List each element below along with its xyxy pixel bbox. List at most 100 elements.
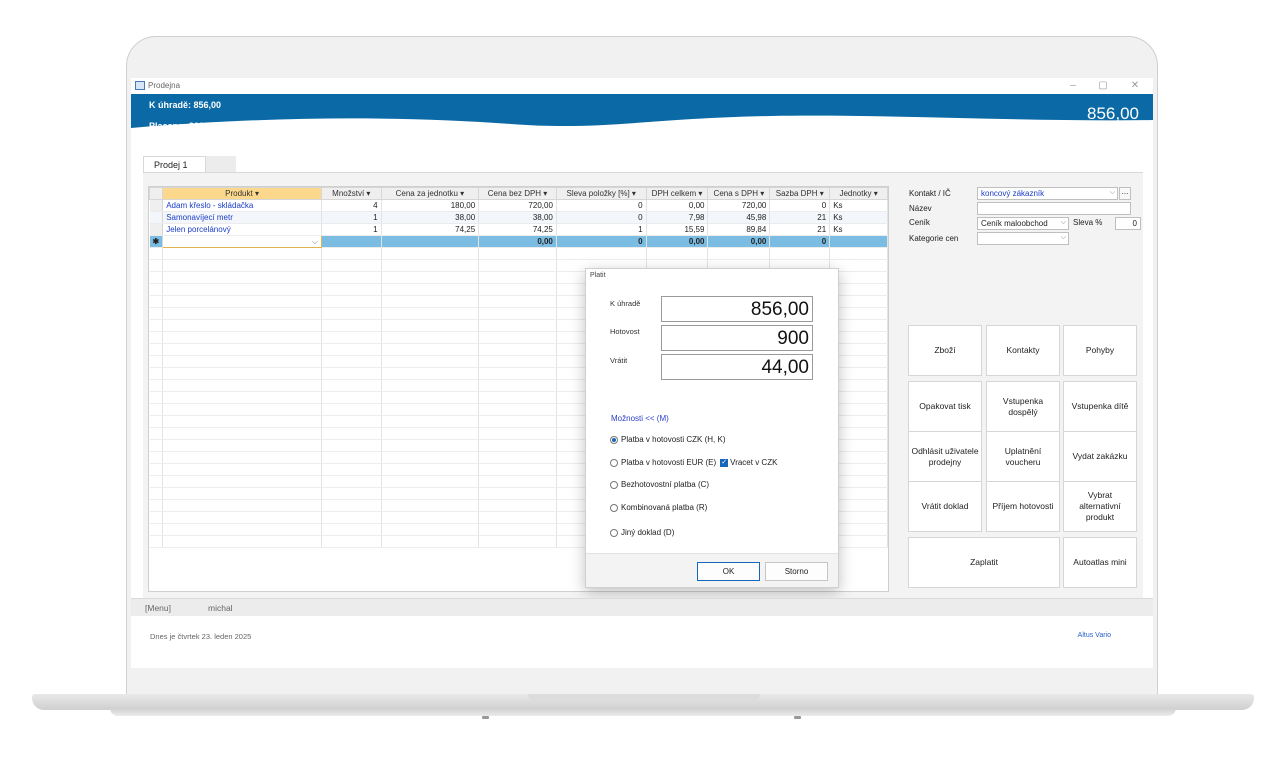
maximize-icon[interactable]: ▢ xyxy=(1095,80,1111,91)
new-row[interactable]: ✱ ⌵ 0,00 0 0,00 0,00 0 xyxy=(149,235,888,248)
goods-button[interactable]: Zboží xyxy=(908,325,982,376)
cell-price-no-vat[interactable]: 38,00 xyxy=(478,211,557,224)
cell-vat-total[interactable]: 7,98 xyxy=(646,211,709,224)
movements-button[interactable]: Pohyby xyxy=(1063,325,1137,376)
product-cell[interactable]: Adam křeslo - skládačka xyxy=(162,199,322,212)
cell-qty[interactable]: 4 xyxy=(321,199,382,212)
row-header[interactable] xyxy=(149,223,164,236)
radio-combined[interactable]: Kombinovaná platba (R) xyxy=(610,503,707,512)
radio-other-document[interactable]: Jiný doklad (D) xyxy=(610,528,674,537)
autoatlas-mini-button[interactable]: Autoatlas mini xyxy=(1063,537,1137,588)
cell-vat-rate[interactable]: 0 xyxy=(769,235,831,248)
table-row[interactable]: Samonavíjecí metr 1 38,00 38,00 0 7,98 45,98 21… xyxy=(149,211,888,224)
cell-price-vat[interactable]: 0,00 xyxy=(707,235,771,248)
pay-button[interactable]: Zaplatit xyxy=(908,537,1060,588)
cell-discount[interactable]: 0 xyxy=(556,211,647,224)
column-header-vat-rate[interactable]: Sazba DPH ▾ xyxy=(769,187,831,200)
column-header-unit-price[interactable]: Cena za jednotku ▾ xyxy=(380,187,480,200)
column-header-price-vat[interactable]: Cena s DPH ▾ xyxy=(707,187,771,200)
due-amount-field: 856,00 xyxy=(661,296,813,322)
reprint-button[interactable]: Opakovat tisk xyxy=(908,381,982,432)
cell-price-no-vat[interactable]: 74,25 xyxy=(478,223,557,236)
close-icon[interactable]: ✕ xyxy=(1127,80,1143,91)
radio-cashless[interactable]: Bezhotovostní platba (C) xyxy=(610,480,709,489)
cell-price-vat[interactable]: 45,98 xyxy=(707,211,771,224)
product-cell[interactable]: Jelen porcelánový xyxy=(162,223,322,236)
options-toggle-link[interactable]: Možnosti << (M) xyxy=(611,414,669,423)
cell-discount[interactable]: 1 xyxy=(556,223,647,236)
laptop-base-bottom xyxy=(110,708,1176,716)
cell-price-vat[interactable]: 89,84 xyxy=(707,223,771,236)
radio-cash-czk[interactable]: Platba v hotovosti CZK (H, K) xyxy=(610,435,725,444)
name-field[interactable] xyxy=(977,202,1131,215)
tab-prodej-1[interactable]: Prodej 1 xyxy=(143,156,206,172)
column-header-vat-total[interactable]: DPH celkem ▾ xyxy=(645,187,709,200)
column-header-discount[interactable]: Sleva položky [%] ▾ xyxy=(555,187,647,200)
cell-qty[interactable]: 1 xyxy=(321,211,382,224)
cell-units[interactable]: Ks xyxy=(829,211,888,224)
current-user: michal xyxy=(208,603,233,613)
table-row[interactable]: Adam křeslo - skládačka 4 180,00 720,00 0 0,0… xyxy=(149,199,888,212)
cell-price-vat[interactable]: 720,00 xyxy=(707,199,771,212)
column-header-price-no-vat[interactable]: Cena bez DPH ▾ xyxy=(478,187,557,200)
column-header-product[interactable]: Produkt ▾ xyxy=(162,187,322,200)
new-product-input[interactable]: ⌵ xyxy=(162,235,322,248)
column-header-units[interactable]: Jednotky ▾ xyxy=(829,187,888,200)
return-document-button[interactable]: Vrátit doklad xyxy=(908,481,982,532)
row-header[interactable] xyxy=(149,211,164,224)
table-row[interactable]: Jelen porcelánový 1 74,25 74,25 1 15,59 89,84 2… xyxy=(149,223,888,236)
cell-unit-price[interactable] xyxy=(381,235,480,248)
name-label: Název xyxy=(909,204,932,213)
issue-order-button[interactable]: Vydat zakázku xyxy=(1063,431,1137,482)
discount-field[interactable]: 0 xyxy=(1115,217,1141,230)
cell-unit-price[interactable]: 180,00 xyxy=(381,199,480,212)
cell-units[interactable]: Ks xyxy=(829,199,888,212)
cell-vat-total[interactable]: 0,00 xyxy=(646,235,709,248)
tab-new[interactable] xyxy=(206,156,236,172)
ticket-adult-button[interactable]: Vstupenka dospělý xyxy=(986,381,1060,432)
contact-browse-button[interactable]: ... xyxy=(1119,187,1131,200)
cell-vat-rate[interactable]: 21 xyxy=(769,211,831,224)
contacts-button[interactable]: Kontakty xyxy=(986,325,1060,376)
laptop-foot xyxy=(794,716,801,719)
cell-vat-rate[interactable]: 0 xyxy=(769,199,831,212)
cell-qty[interactable] xyxy=(321,235,382,248)
minimize-icon[interactable]: – xyxy=(1065,80,1081,91)
cell-unit-price[interactable]: 74,25 xyxy=(381,223,480,236)
logout-user-button[interactable]: Odhlásit uživatele prodejny xyxy=(908,431,982,482)
window-title: Prodejna xyxy=(148,81,181,90)
apply-voucher-button[interactable]: Uplatnění voucheru xyxy=(986,431,1060,482)
radio-icon xyxy=(610,480,618,489)
new-row-marker: ✱ xyxy=(149,235,164,248)
header-wave xyxy=(131,115,1153,138)
change-label: Vrátit xyxy=(610,356,628,365)
cell-discount[interactable]: 0 xyxy=(556,199,647,212)
ok-button[interactable]: OK xyxy=(697,562,760,581)
checkbox-return-czk[interactable]: ✓ xyxy=(720,458,729,467)
radio-cash-eur[interactable]: Platba v hotovosti EUR (E) ✓ Vracet v CZK xyxy=(610,458,777,467)
cell-units[interactable] xyxy=(829,235,888,248)
cell-qty[interactable]: 1 xyxy=(321,223,382,236)
cell-price-no-vat[interactable]: 0,00 xyxy=(478,235,557,248)
column-header-quantity[interactable]: Množství ▾ xyxy=(320,187,382,200)
cash-receipt-button[interactable]: Příjem hotovosti xyxy=(986,481,1060,532)
menu-button[interactable]: [Menu] xyxy=(145,603,171,613)
row-header[interactable] xyxy=(149,199,164,212)
cell-units[interactable]: Ks xyxy=(829,223,888,236)
pricelist-select[interactable]: Ceník maloobchod ⌵ xyxy=(977,217,1069,230)
price-category-select[interactable]: ⌵ xyxy=(977,232,1069,245)
cell-discount[interactable]: 0 xyxy=(556,235,647,248)
ticket-child-button[interactable]: Vstupenka dítě xyxy=(1063,381,1137,432)
cell-unit-price[interactable]: 38,00 xyxy=(381,211,480,224)
product-cell[interactable]: Samonavíjecí metr xyxy=(162,211,322,224)
contact-field[interactable]: koncový zákazník ⌵ xyxy=(977,187,1118,200)
alternative-product-button[interactable]: Vybrat alternativní produkt xyxy=(1063,481,1137,532)
cell-vat-total[interactable]: 0,00 xyxy=(646,199,709,212)
row-header-corner xyxy=(148,187,164,200)
cancel-button[interactable]: Storno xyxy=(765,562,828,581)
cash-amount-input[interactable]: 900 xyxy=(661,325,813,351)
cell-vat-rate[interactable]: 21 xyxy=(769,223,831,236)
laptop-notch xyxy=(528,694,760,702)
cell-vat-total[interactable]: 15,59 xyxy=(646,223,709,236)
cell-price-no-vat[interactable]: 720,00 xyxy=(478,199,557,212)
